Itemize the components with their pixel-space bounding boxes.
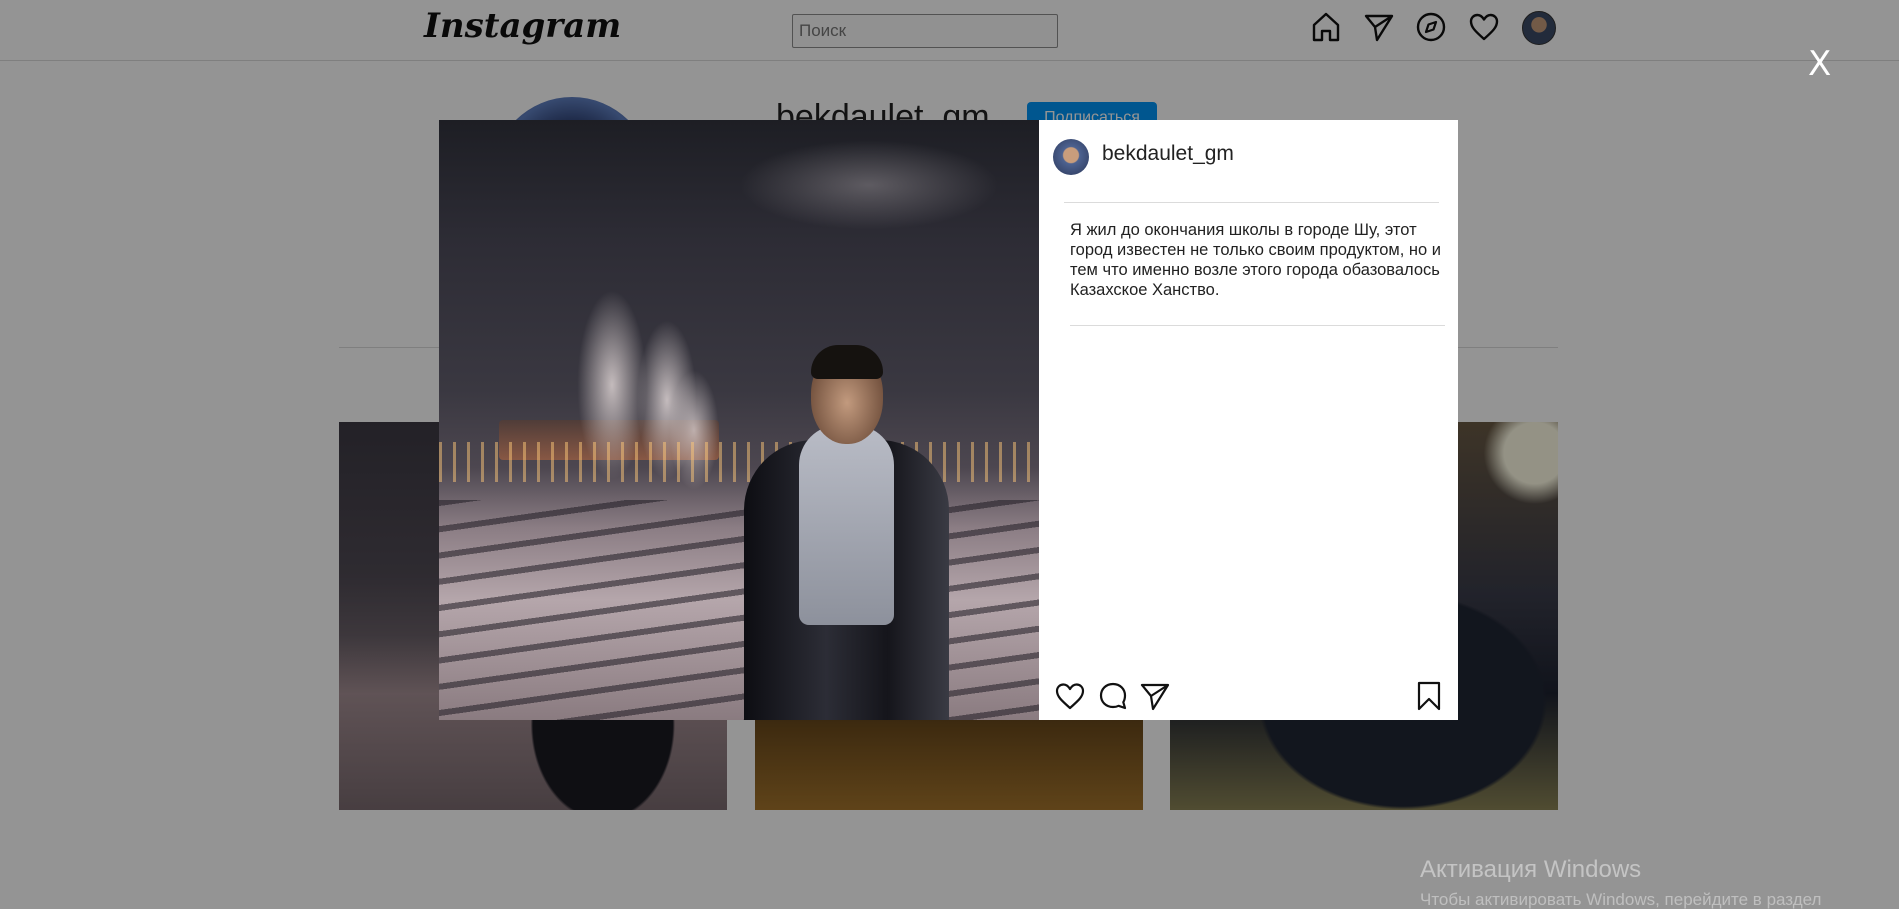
photo-person-hoodie bbox=[799, 425, 894, 625]
post-caption: Я жил до окончания школы в городе Шу, эт… bbox=[1070, 221, 1442, 299]
post-modal: bekdaulet_gm Я жил до окончания школы в … bbox=[439, 120, 1458, 720]
comment-icon[interactable] bbox=[1097, 680, 1129, 712]
share-icon[interactable] bbox=[1139, 680, 1171, 712]
post-photo bbox=[439, 120, 1039, 720]
photo-person-hair bbox=[811, 345, 883, 379]
like-heart-icon[interactable] bbox=[1054, 680, 1086, 712]
post-author-username[interactable]: bekdaulet_gm bbox=[1102, 142, 1234, 166]
post-side-panel: bekdaulet_gm Я жил до окончания школы в … bbox=[1039, 120, 1458, 720]
bookmark-icon[interactable] bbox=[1413, 680, 1445, 712]
windows-activation-title: Активация Windows bbox=[1420, 856, 1642, 883]
windows-activation-subtitle: Чтобы активировать Windows, перейдите в … bbox=[1420, 890, 1822, 909]
photo-cloud bbox=[739, 140, 999, 230]
photo-city-lights bbox=[439, 442, 1039, 482]
photo-ice-waves bbox=[439, 500, 1039, 720]
post-author-avatar[interactable] bbox=[1053, 139, 1089, 175]
post-caption-divider bbox=[1070, 325, 1445, 326]
close-modal-button[interactable]: X bbox=[1808, 44, 1831, 84]
post-header-divider bbox=[1064, 202, 1439, 203]
